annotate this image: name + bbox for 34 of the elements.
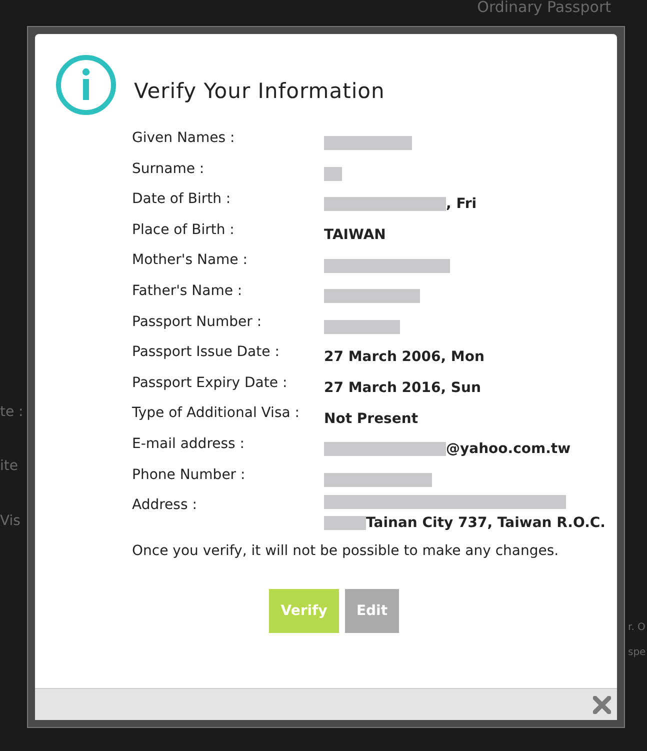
notice-text: Once you verify, it will not be possible to make any changes. (132, 542, 560, 562)
field-label: Father's Name : (132, 282, 244, 301)
field-value: 27 March 2016, Sun (324, 379, 481, 398)
background-text: Vis (0, 512, 20, 531)
field-label: Passport Issue Date : (132, 343, 280, 362)
field-label: Given Names : (132, 129, 236, 148)
background-text: r. O (628, 621, 646, 635)
verify-button[interactable]: Verify (269, 589, 339, 634)
field-label: Place of Birth : (132, 220, 236, 240)
dialog-title: Verify Your Information (134, 78, 385, 106)
background-text: te : (0, 403, 24, 422)
redacted-block (324, 166, 342, 181)
field-label: Address : (132, 496, 198, 516)
field-label: Date of Birth : (132, 190, 232, 210)
field-value: Not Present (324, 410, 418, 429)
close-icon[interactable] (593, 696, 611, 714)
field-value: , Fri (446, 195, 477, 214)
field-label: Type of Additional Visa : (132, 404, 300, 424)
background-text: ite (0, 457, 18, 476)
field-value: @yahoo.com.tw (446, 440, 571, 460)
background-text: spe (628, 646, 646, 660)
field-label: Surname : (132, 160, 206, 179)
field-label: Passport Expiry Date : (132, 374, 288, 393)
edit-button[interactable]: Edit (345, 589, 399, 634)
background-text: Ordinary Passport (477, 0, 611, 18)
redacted-block (324, 516, 366, 530)
field-value: 27 March 2006, Mon (324, 348, 484, 368)
field-value: TAIWAN (324, 226, 386, 246)
field-label: Passport Number : (132, 312, 263, 332)
field-label: Mother's Name : (132, 251, 248, 270)
field-label: Phone Number : (132, 466, 246, 485)
field-label: E-mail address : (132, 434, 246, 454)
info-icon (55, 54, 117, 116)
field-value: Tainan City 737, Taiwan R.O.C. (366, 514, 606, 534)
